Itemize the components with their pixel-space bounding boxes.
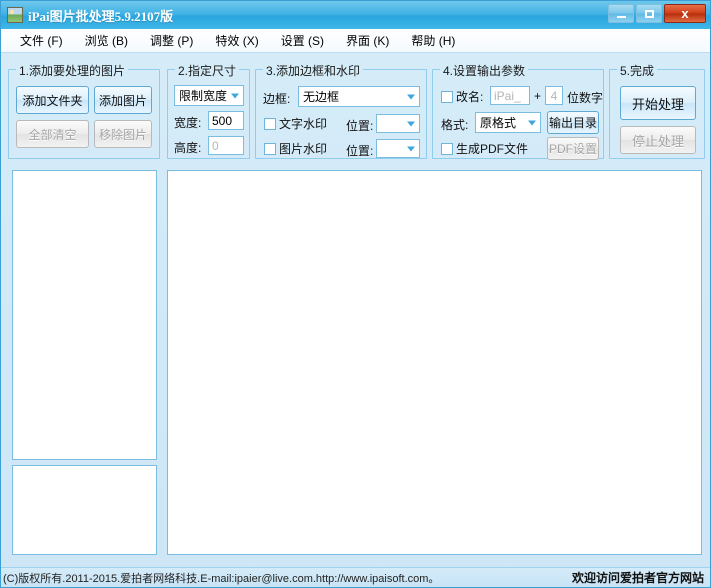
image-position-select[interactable] [376, 139, 420, 158]
checkbox-icon [441, 90, 453, 103]
menu-help[interactable]: 帮助 (H) [400, 29, 466, 52]
size-mode-value: 限制宽度 [179, 89, 228, 103]
width-input[interactable]: 500 [208, 111, 244, 130]
group-add-images-label: 1.添加要处理的图片 [16, 62, 129, 79]
menu-interface[interactable]: 界面 (K) [335, 29, 400, 52]
checkbox-icon [441, 142, 453, 155]
maximize-icon [644, 9, 654, 18]
menu-browse[interactable]: 浏览 (B) [74, 29, 139, 52]
chevron-down-icon [528, 120, 536, 125]
add-image-button[interactable]: 添加图片 [94, 86, 152, 114]
group-size-label: 2.指定尺寸 [175, 62, 240, 79]
make-pdf-checkbox[interactable]: 生成PDF文件 [441, 140, 528, 157]
group-output-params-label: 4.设置输出参数 [440, 62, 529, 79]
close-icon: x [681, 6, 689, 21]
format-select[interactable]: 原格式 [475, 112, 541, 133]
border-select[interactable]: 无边框 [298, 86, 420, 107]
maximize-button[interactable] [636, 4, 662, 23]
text-watermark-label: 文字水印 [279, 117, 328, 131]
clear-all-button[interactable]: 全部清空 [16, 120, 89, 148]
menu-settings[interactable]: 设置 (S) [270, 29, 335, 52]
chevron-down-icon [407, 94, 415, 99]
application-window: iPai图片批处理5.9.2107版 x 文件 (F) 浏览 (B) 调整 (P… [0, 0, 711, 588]
image-watermark-checkbox[interactable]: 图片水印 [264, 140, 327, 157]
close-button[interactable]: x [664, 4, 706, 23]
group-output-params: 4.设置输出参数 改名: iPai_ + 4 位数字 格式: 原格式 输出目录 … [432, 62, 604, 160]
thumbnail-panel[interactable] [12, 465, 157, 555]
window-title: iPai图片批处理5.9.2107版 [28, 8, 174, 24]
menu-file[interactable]: 文件 (F) [9, 29, 74, 52]
status-bar: (C)版权所有.2011-2015.爱拍者网络科技.E-mail:ipaier@… [1, 567, 710, 587]
format-select-value: 原格式 [480, 116, 517, 130]
file-list-inner [13, 171, 156, 459]
checkbox-icon [264, 117, 276, 130]
title-bar: iPai图片批处理5.9.2107版 x [1, 1, 710, 30]
stop-process-button[interactable]: 停止处理 [620, 126, 696, 154]
make-pdf-label: 生成PDF文件 [456, 142, 529, 156]
start-process-button[interactable]: 开始处理 [620, 86, 696, 120]
rename-label: 改名: [456, 90, 484, 104]
thumbnail-inner [13, 466, 156, 554]
image-watermark-label: 图片水印 [279, 142, 328, 156]
copyright-text: (C)版权所有.2011-2015.爱拍者网络科技.E-mail:ipaier@… [3, 572, 440, 585]
chevron-down-icon [407, 146, 415, 151]
size-mode-select[interactable]: 限制宽度 [174, 85, 244, 106]
group-finish: 5.完成 开始处理 停止处理 [609, 62, 705, 159]
rename-prefix-input[interactable]: iPai_ [490, 86, 530, 105]
text-position-select[interactable] [376, 114, 420, 133]
group-add-images: 1.添加要处理的图片 添加文件夹 添加图片 全部清空 移除图片 [8, 62, 160, 159]
chevron-down-icon [231, 93, 239, 98]
menu-adjust[interactable]: 调整 (P) [139, 29, 204, 52]
border-select-value: 无边框 [303, 90, 340, 104]
pdf-settings-button[interactable]: PDF设置 [547, 137, 599, 160]
file-list-panel[interactable] [12, 170, 157, 460]
image-position-label: 位置: [346, 144, 374, 158]
chevron-down-icon [407, 121, 415, 126]
output-dir-button[interactable]: 输出目录 [547, 111, 599, 134]
rename-checkbox[interactable]: 改名: [441, 88, 483, 105]
menu-effects[interactable]: 特效 (X) [204, 29, 269, 52]
minimize-button[interactable] [608, 4, 634, 23]
website-link[interactable]: 欢迎访问爱拍者官方网站 [572, 569, 704, 586]
preview-inner [168, 171, 701, 554]
border-label: 边框: [263, 92, 291, 106]
picture-icon [7, 7, 23, 23]
remove-image-button[interactable]: 移除图片 [94, 120, 152, 148]
plus-label: + [534, 89, 542, 103]
menu-bar: 文件 (F) 浏览 (B) 调整 (P) 特效 (X) 设置 (S) 界面 (K… [1, 29, 710, 53]
text-watermark-checkbox[interactable]: 文字水印 [264, 115, 327, 132]
group-size: 2.指定尺寸 限制宽度 宽度: 500 高度: 0 [167, 62, 250, 159]
add-folder-button[interactable]: 添加文件夹 [16, 86, 89, 114]
group-border-watermark: 3.添加边框和水印 边框: 无边框 文字水印 位置: 图片水印 位置: [255, 62, 427, 159]
format-label: 格式: [441, 118, 469, 132]
group-finish-label: 5.完成 [617, 62, 658, 79]
height-label: 高度: [174, 141, 202, 155]
height-input[interactable]: 0 [208, 136, 244, 155]
digits-label: 位数字 [567, 91, 604, 105]
group-border-watermark-label: 3.添加边框和水印 [263, 62, 364, 79]
width-label: 宽度: [174, 116, 202, 130]
window-controls: x [608, 4, 706, 23]
minimize-icon [616, 16, 626, 18]
checkbox-icon [264, 142, 276, 155]
preview-panel[interactable] [167, 170, 702, 555]
text-position-label: 位置: [346, 119, 374, 133]
rename-digits-input[interactable]: 4 [545, 86, 563, 105]
